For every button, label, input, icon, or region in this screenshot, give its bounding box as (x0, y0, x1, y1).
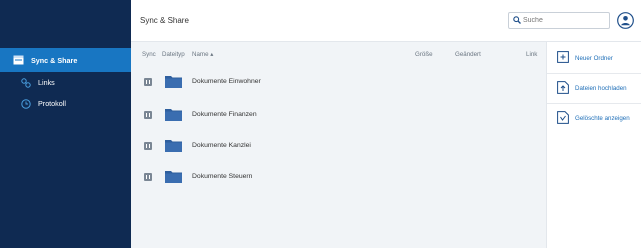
sync-share-icon (13, 55, 24, 66)
show-deleted-button[interactable]: Gelöschte anzeigen (557, 108, 630, 128)
clock-icon (20, 98, 31, 109)
page-title: Sync & Share (140, 16, 189, 25)
show-deleted-icon (557, 110, 575, 126)
sidebar-item-sync-share[interactable]: Sync & Share (0, 48, 131, 72)
file-list: Sync Dateityp Name ▴ Größe Geändert Link… (131, 42, 546, 248)
upload-files-button[interactable]: Dateien hochladen (557, 78, 627, 98)
file-name[interactable]: Dokumente Einwohner (192, 78, 261, 85)
upload-file-icon (557, 80, 575, 96)
search-icon (513, 15, 523, 26)
column-header-type[interactable]: Dateityp (162, 51, 185, 58)
folder-icon (165, 139, 182, 154)
divider (547, 73, 641, 74)
new-folder-button[interactable]: Neuer Ordner (557, 48, 613, 68)
sidebar-item-label: Links (38, 78, 55, 87)
column-header-size[interactable]: Größe (415, 51, 433, 58)
table-row[interactable]: Dokumente Steuern (131, 167, 546, 187)
file-name[interactable]: Dokumente Steuern (192, 173, 252, 180)
user-avatar-icon[interactable] (617, 12, 634, 29)
sync-toggle-icon[interactable] (144, 142, 152, 150)
sidebar-item-protokoll[interactable]: Protokoll (0, 93, 131, 114)
file-name[interactable]: Dokumente Kanzlei (192, 142, 251, 149)
sidebar-item-label: Protokoll (38, 99, 66, 108)
sync-toggle-icon[interactable] (144, 78, 152, 86)
folder-icon (165, 75, 182, 90)
link-icon (20, 77, 31, 88)
column-header-link[interactable]: Link (526, 51, 537, 58)
action-panel: Neuer Ordner Dateien hochladen Gelöschte… (546, 42, 641, 248)
search-box[interactable] (508, 12, 610, 29)
table-row[interactable]: Dokumente Einwohner (131, 72, 546, 92)
upload-files-label: Dateien hochladen (575, 84, 627, 92)
sync-toggle-icon[interactable] (144, 173, 152, 181)
sidebar-item-label: Sync & Share (31, 55, 78, 65)
table-row[interactable]: Dokumente Kanzlei (131, 136, 546, 156)
search-input[interactable] (523, 17, 603, 24)
sync-toggle-icon[interactable] (144, 111, 152, 119)
header: Sync & Share (131, 0, 641, 42)
column-header-changed[interactable]: Geändert (455, 51, 481, 58)
folder-icon (165, 170, 182, 185)
sidebar-item-links[interactable]: Links (0, 72, 131, 93)
folder-icon (165, 108, 182, 123)
column-header-name[interactable]: Name ▴ (192, 51, 213, 58)
column-header-sync[interactable]: Sync (142, 51, 156, 58)
new-folder-icon (557, 51, 575, 65)
file-name[interactable]: Dokumente Finanzen (192, 111, 257, 118)
new-folder-label: Neuer Ordner (575, 54, 613, 62)
table-row[interactable]: Dokumente Finanzen (131, 105, 546, 125)
divider (547, 103, 641, 104)
show-deleted-label: Gelöschte anzeigen (575, 114, 630, 122)
sidebar: Sync & Share Links Protokoll (0, 0, 131, 248)
